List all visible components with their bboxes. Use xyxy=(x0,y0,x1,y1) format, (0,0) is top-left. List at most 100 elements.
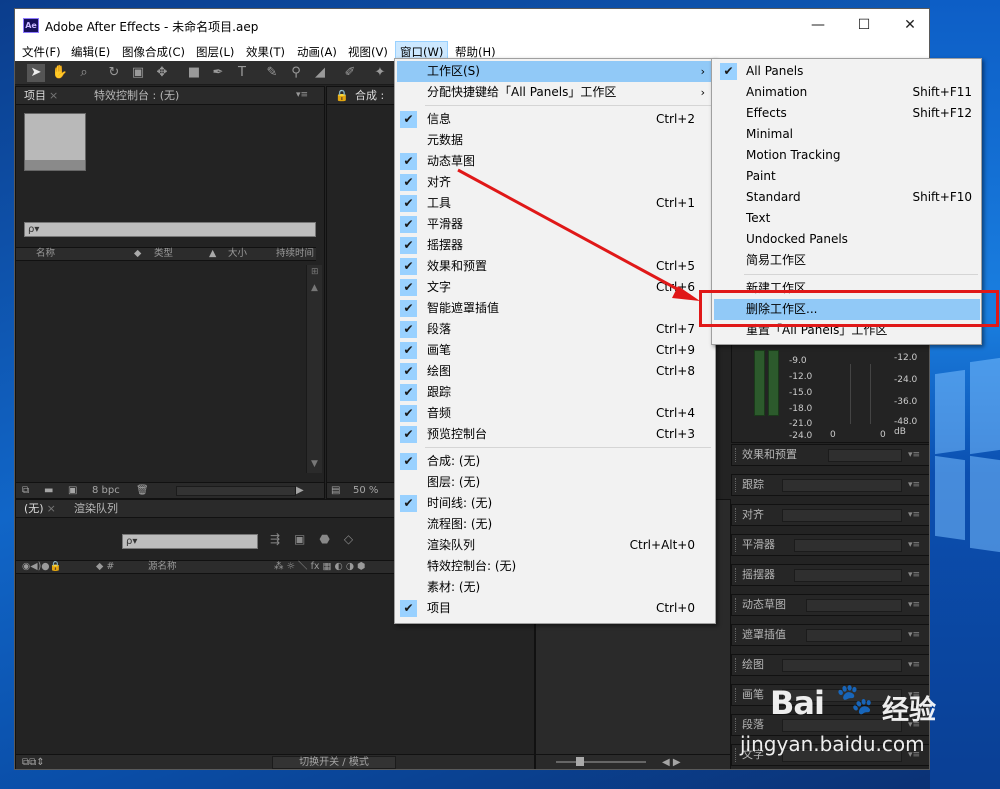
tab-project[interactable]: 项目 × xyxy=(20,87,62,104)
toggle-panes-icon[interactable]: ⧉⧉⇕ xyxy=(22,755,45,769)
window-menu-item[interactable]: ✔ 工具 Ctrl+1 xyxy=(397,193,713,214)
brush-tool-icon[interactable]: ✎ xyxy=(263,64,281,82)
pan-behind-tool-icon[interactable]: ✥ xyxy=(153,64,171,82)
menu-animation[interactable]: 动画(A) xyxy=(297,44,337,60)
window-menu-item[interactable]: ✔ 段落 Ctrl+7 xyxy=(397,319,713,340)
menu-layer[interactable]: 图层(L) xyxy=(196,44,234,60)
workspace-menu-item[interactable]: Text xyxy=(714,208,980,229)
panel-paint[interactable]: 绘图 ▾≡ xyxy=(731,654,929,676)
lock-icon[interactable]: 🔒 xyxy=(331,87,353,104)
menu-effect[interactable]: 效果(T) xyxy=(246,44,285,60)
hand-tool-icon[interactable]: ✋ xyxy=(51,64,69,82)
window-menu-item[interactable]: ✔ 动态草图 xyxy=(397,151,713,172)
panel-grip-icon[interactable] xyxy=(735,448,738,462)
panel-menu-icon[interactable]: ▾≡ xyxy=(908,505,920,525)
close-button[interactable]: ✕ xyxy=(887,9,929,41)
panel-align[interactable]: 对齐 ▾≡ xyxy=(731,504,929,526)
window-menu-item[interactable]: 流程图: (无) xyxy=(397,514,713,535)
window-menu-item[interactable]: 渲染队列 Ctrl+Alt+0 xyxy=(397,535,713,556)
column-size[interactable]: 大小 xyxy=(228,248,247,260)
window-menu-item[interactable]: ✔ 跟踪 xyxy=(397,382,713,403)
project-search-input[interactable]: ρ▾ xyxy=(24,222,316,237)
panel-smoother[interactable]: 平滑器 ▾≡ xyxy=(731,534,929,556)
title-bar[interactable]: Ae Adobe After Effects - 未命名项目.aep — ☐ ✕ xyxy=(15,9,929,41)
panel-menu-icon[interactable]: ▾≡ xyxy=(908,625,920,645)
window-menu-item[interactable]: ✔ 预览控制台 Ctrl+3 xyxy=(397,424,713,445)
window-menu-item[interactable]: ✔ 音频 Ctrl+4 xyxy=(397,403,713,424)
workspace-menu-item[interactable]: Motion Tracking xyxy=(714,145,980,166)
panel-grip-icon[interactable] xyxy=(735,508,738,522)
panel-grip-icon[interactable] xyxy=(735,628,738,642)
timeline-switches-icons[interactable]: ⇶▣⬣◇ xyxy=(270,532,367,546)
panel-grip-icon[interactable] xyxy=(735,598,738,612)
window-menu-item[interactable]: 图层: (无) xyxy=(397,472,713,493)
workspace-menu-item[interactable]: Effects Shift+F12 xyxy=(714,103,980,124)
window-menu-item[interactable]: 工作区(S) › xyxy=(397,61,713,82)
layer-switches-icon[interactable]: ⁂ ☼ ＼ fx ▦ ◐ ◑ ⬢ xyxy=(274,561,365,573)
scroll-up-arrow-icon[interactable]: ▲ xyxy=(311,283,318,293)
window-menu-item[interactable]: 分配快捷键给「All Panels」工作区 › xyxy=(397,82,713,103)
zoom-tool-icon[interactable]: ⌕ xyxy=(75,64,93,82)
window-menu-item[interactable]: ✔ 文字 Ctrl+6 xyxy=(397,277,713,298)
interpret-footage-icon[interactable]: ⧉ xyxy=(22,483,29,498)
workspace-menu-item[interactable]: Standard Shift+F10 xyxy=(714,187,980,208)
roto-brush-tool-icon[interactable]: ✐ xyxy=(341,64,359,82)
camera-tool-icon[interactable]: ▣ xyxy=(129,64,147,82)
timeline-scroll-arrows-icon[interactable]: ◀ ▶ xyxy=(662,755,681,769)
tab-render-queue[interactable]: 渲染队列 xyxy=(70,500,122,517)
tab-timeline[interactable]: (无) × xyxy=(20,500,60,517)
panel-grip-icon[interactable] xyxy=(735,538,738,552)
menu-edit[interactable]: 编辑(E) xyxy=(71,44,110,60)
panel-menu-icon[interactable]: ▾≡ xyxy=(908,565,920,585)
scroll-down-arrow-icon[interactable]: ▼ xyxy=(311,459,318,469)
menu-composition[interactable]: 图像合成(C) xyxy=(122,44,185,60)
minimize-button[interactable]: — xyxy=(795,9,841,41)
toggle-switches-modes-button[interactable]: 切换开关 / 模式 xyxy=(272,756,396,769)
tab-effect-controls[interactable]: 特效控制台 : (无) xyxy=(90,87,183,104)
tab-composition[interactable]: 合成 : xyxy=(351,87,388,104)
panel-grip-icon[interactable] xyxy=(735,658,738,672)
always-preview-icon[interactable]: ▤ xyxy=(331,483,340,498)
panel-mask-interpolation[interactable]: 遮罩插值 ▾≡ xyxy=(731,624,929,646)
timeline-search-input[interactable]: ρ▾ xyxy=(122,534,258,549)
scroll-right-arrow-icon[interactable]: ▶ xyxy=(296,483,304,498)
panel-effects-presets[interactable]: 效果和预置 ▾≡ xyxy=(731,444,929,466)
clone-stamp-tool-icon[interactable]: ⚲ xyxy=(287,64,305,82)
zoom-level[interactable]: 50 % xyxy=(353,483,378,498)
slider-thumb[interactable] xyxy=(576,757,584,766)
new-folder-icon[interactable]: ▬ xyxy=(44,483,53,498)
maximize-button[interactable]: ☐ xyxy=(841,9,887,41)
column-source-name[interactable]: 源名称 xyxy=(148,561,177,573)
panel-menu-icon[interactable]: ▾≡ xyxy=(908,535,920,555)
puppet-pin-tool-icon[interactable]: ✦ xyxy=(371,64,389,82)
flowchart-icon[interactable]: ⊞ xyxy=(311,267,319,277)
workspace-menu-item[interactable]: Minimal xyxy=(714,124,980,145)
panel-grip-icon[interactable] xyxy=(735,478,738,492)
panel-tracker[interactable]: 跟踪 ▾≡ xyxy=(731,474,929,496)
rectangle-tool-icon[interactable]: ■ xyxy=(185,64,203,82)
type-tool-icon[interactable]: T xyxy=(233,64,251,82)
panel-menu-icon[interactable]: ▾≡ xyxy=(908,595,920,615)
workspace-menu-item[interactable]: 简易工作区 xyxy=(714,250,980,271)
workspace-menu-item[interactable]: ✔ All Panels xyxy=(714,61,980,82)
eraser-tool-icon[interactable]: ◢ xyxy=(311,64,329,82)
window-menu-item[interactable]: ✔ 时间线: (无) xyxy=(397,493,713,514)
workspace-menu-item[interactable]: Undocked Panels xyxy=(714,229,980,250)
pen-tool-icon[interactable]: ✒ xyxy=(209,64,227,82)
window-menu-item[interactable]: ✔ 智能遮罩插值 xyxy=(397,298,713,319)
window-menu-item[interactable]: ✔ 平滑器 xyxy=(397,214,713,235)
menu-file[interactable]: 文件(F) xyxy=(22,44,61,60)
window-menu-item[interactable]: ✔ 对齐 xyxy=(397,172,713,193)
panel-grip-icon[interactable] xyxy=(735,568,738,582)
panel-menu-icon[interactable]: ▾≡ xyxy=(908,445,920,465)
window-menu-item[interactable]: ✔ 合成: (无) xyxy=(397,451,713,472)
timeline-zoom-slider[interactable] xyxy=(556,756,646,768)
selection-tool-icon[interactable]: ➤ xyxy=(27,64,45,82)
panel-motion-sketch[interactable]: 动态草图 ▾≡ xyxy=(731,594,929,616)
column-type[interactable]: 类型 xyxy=(154,248,173,260)
column-duration[interactable]: 持续时间 xyxy=(276,248,314,260)
panel-menu-icon[interactable]: ▾≡ xyxy=(292,87,312,104)
window-menu-item[interactable]: ✔ 绘图 Ctrl+8 xyxy=(397,361,713,382)
window-menu-item[interactable]: ✔ 摇摆器 xyxy=(397,235,713,256)
rotate-tool-icon[interactable]: ↻ xyxy=(105,64,123,82)
